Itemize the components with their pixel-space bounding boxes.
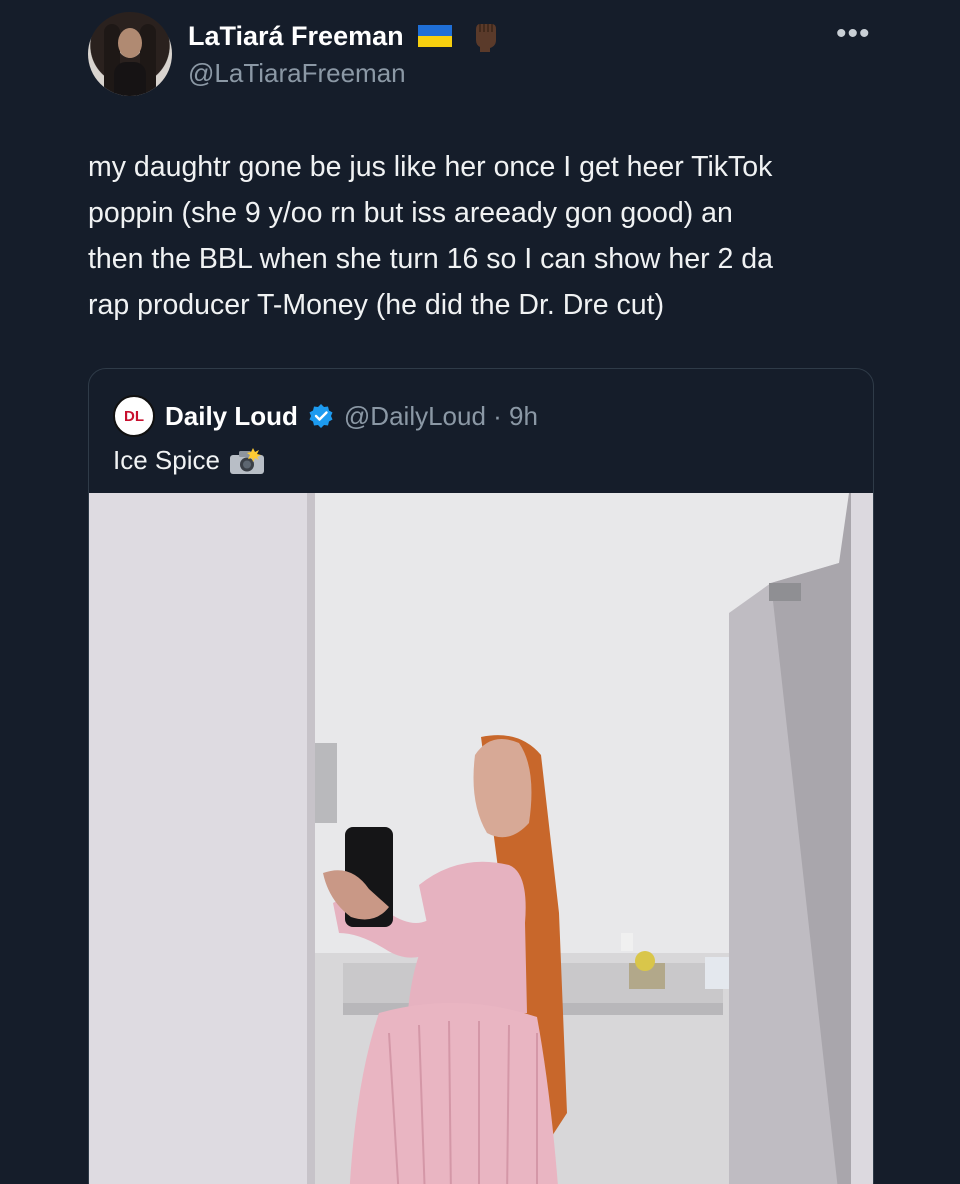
author-avatar[interactable] [88,12,172,96]
quoted-author-name[interactable]: Daily Loud [165,401,298,432]
quoted-tweet-header: DL Daily Loud @DailyLoud · 9h [113,395,538,437]
ukraine-flag-icon [417,25,452,47]
tweet-card: LaTiará Freeman @LaTiaraFreeman ••• my d… [0,0,960,1184]
mirror-selfie-photo[interactable] [89,493,873,1184]
raised-fist-icon [475,24,496,52]
avatar-body [114,62,146,96]
author-display-name[interactable]: LaTiará Freeman [188,21,404,52]
daily-loud-logo[interactable]: DL [113,395,155,437]
quoted-handle-time: @DailyLoud · 9h [343,400,538,431]
more-options-icon[interactable]: ••• [836,19,871,49]
author-name-row: LaTiará Freeman [188,20,500,52]
camera-flash-icon [229,447,264,474]
tweet-text: my daughtr gone be jus like her once I g… [88,151,773,321]
quoted-tweet-text-row: Ice Spice [113,445,266,476]
verified-badge-icon [309,404,333,428]
avatar-face [118,28,142,58]
author-handle[interactable]: @LaTiaraFreeman [188,58,406,89]
quoted-tweet[interactable]: DL Daily Loud @DailyLoud · 9h Ice Spice [88,368,874,1184]
quoted-tweet-text: Ice Spice [113,445,220,475]
